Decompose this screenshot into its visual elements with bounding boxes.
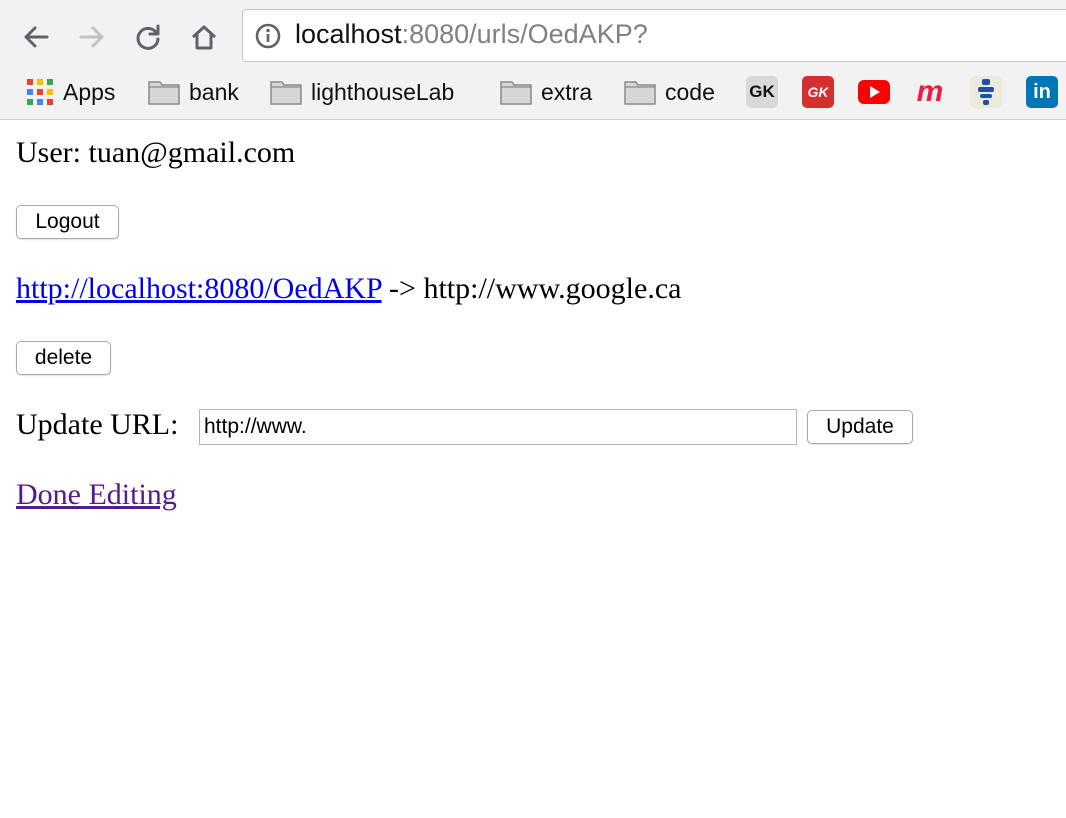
youtube-icon[interactable]	[858, 76, 890, 108]
bookmark-label: bank	[189, 78, 239, 105]
youtube-play-icon	[858, 80, 890, 104]
linkedin-text: in	[1033, 80, 1051, 103]
blue-figure-icon	[978, 79, 994, 105]
address-url[interactable]: localhost:8080/urls/OedAKP?	[295, 19, 648, 50]
bookmark-label: code	[665, 78, 715, 105]
folder-icon	[270, 81, 302, 105]
back-button[interactable]	[18, 19, 54, 55]
info-icon[interactable]	[255, 23, 281, 49]
logout-button[interactable]: Logout	[16, 205, 119, 239]
long-url-text: -> http://www.google.ca	[381, 272, 682, 305]
update-url-input[interactable]	[199, 409, 797, 445]
update-url-form: Update URL: Update	[16, 408, 1016, 446]
done-editing-link[interactable]: Done Editing	[16, 478, 177, 512]
reload-icon	[136, 24, 160, 50]
address-host: localhost	[295, 19, 402, 49]
bookmarks-bar: Apps bank lighthouseLab extra code GK GK…	[0, 72, 1066, 112]
folder-icon	[624, 81, 656, 105]
short-url-link[interactable]: http://localhost:8080/OedAKP	[16, 272, 382, 305]
bookmark-code[interactable]: code	[624, 72, 715, 112]
folder-icon	[500, 81, 532, 105]
bookmark-apps[interactable]: Apps	[26, 72, 115, 112]
browser-toolbar: localhost:8080/urls/OedAKP? Apps bank li…	[0, 0, 1066, 120]
gk-gray-icon[interactable]: GK	[746, 76, 778, 108]
linkedin-icon[interactable]: in	[1026, 76, 1058, 108]
back-arrow-icon	[24, 26, 49, 48]
bookmark-bank[interactable]: bank	[148, 72, 239, 112]
url-mapping: http://localhost:8080/OedAKP -> http://w…	[16, 272, 681, 306]
bookmark-lighthouselab[interactable]: lighthouseLab	[270, 72, 454, 112]
update-button[interactable]: Update	[807, 410, 913, 444]
bookmark-label: Apps	[63, 78, 116, 105]
address-path: :8080/urls/OedAKP?	[401, 19, 648, 49]
folder-icon	[148, 81, 180, 105]
bookmark-site-icon[interactable]	[970, 76, 1002, 108]
delete-button[interactable]: delete	[16, 341, 111, 375]
bookmark-label: extra	[541, 78, 593, 105]
bookmark-extra[interactable]: extra	[500, 72, 592, 112]
address-bar[interactable]: localhost:8080/urls/OedAKP?	[242, 9, 1066, 62]
reload-button[interactable]	[130, 19, 166, 55]
gk-red-icon[interactable]: GK	[802, 76, 834, 108]
update-url-label: Update URL:	[16, 408, 179, 441]
forward-arrow-icon	[79, 26, 104, 48]
bookmark-label: lighthouseLab	[311, 78, 455, 105]
meetup-icon[interactable]: m	[914, 75, 946, 108]
forward-button[interactable]	[74, 19, 110, 55]
gk-gray-text: GK	[749, 82, 775, 101]
apps-grid-icon	[27, 79, 53, 105]
gk-red-text: GK	[807, 84, 829, 100]
meetup-text: m	[916, 75, 944, 108]
home-icon	[191, 25, 217, 50]
user-email: User: tuan@gmail.com	[16, 136, 296, 169]
home-button[interactable]	[186, 19, 222, 55]
